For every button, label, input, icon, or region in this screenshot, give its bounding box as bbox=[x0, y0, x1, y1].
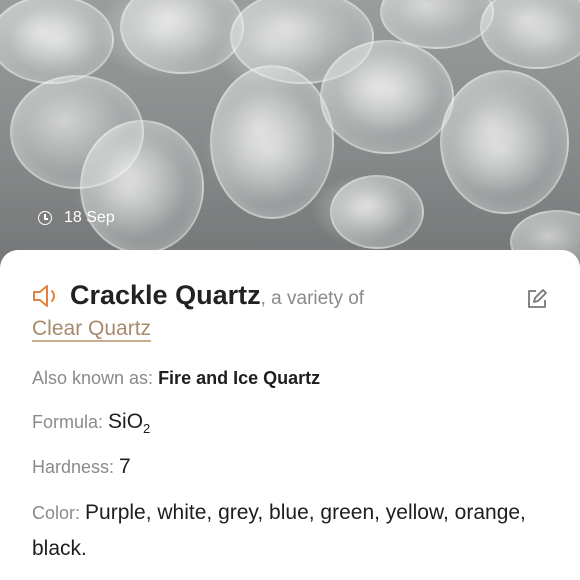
parent-mineral-link[interactable]: Clear Quartz bbox=[32, 317, 151, 341]
also-known-as-row: Also known as: Fire and Ice Quartz bbox=[32, 368, 320, 389]
mineral-name: Crackle Quartz bbox=[70, 280, 261, 310]
formula-value: SiO2 bbox=[108, 410, 151, 437]
formula-main: SiO bbox=[108, 410, 144, 433]
also-known-as-value: Fire and Ice Quartz bbox=[158, 368, 321, 388]
bead-shape bbox=[440, 70, 569, 214]
clock-icon bbox=[38, 211, 52, 225]
bead-shape bbox=[80, 120, 204, 254]
bead-shape bbox=[480, 0, 580, 69]
mineral-photo: 18 Sep bbox=[0, 0, 580, 290]
bead-shape bbox=[120, 0, 244, 74]
title-row: Crackle Quartz , a variety of bbox=[32, 280, 552, 311]
color-row: Color: Purple, white, grey, blue, green,… bbox=[32, 495, 552, 567]
color-value: Purple, white, grey, blue, green, yellow… bbox=[32, 501, 526, 560]
also-known-as-label: Also known as: bbox=[32, 368, 159, 388]
hardness-label: Hardness: bbox=[32, 457, 120, 477]
date-label: 18 Sep bbox=[38, 209, 115, 227]
hardness-row: Hardness: 7 bbox=[32, 455, 131, 479]
speaker-icon[interactable] bbox=[32, 283, 62, 309]
bead-shape bbox=[210, 65, 334, 219]
bead-shape bbox=[330, 175, 424, 249]
variety-text: , a variety of bbox=[260, 288, 365, 309]
formula-row: Formula: SiO2 bbox=[32, 410, 150, 436]
color-label: Color: bbox=[32, 503, 86, 523]
bead-shape bbox=[320, 40, 454, 154]
edit-icon[interactable] bbox=[526, 288, 548, 310]
formula-subscript: 2 bbox=[143, 421, 151, 437]
date-text: 18 Sep bbox=[64, 209, 115, 226]
formula-label: Formula: bbox=[32, 412, 109, 432]
info-card: Crackle Quartz , a variety of Clear Quar… bbox=[0, 250, 580, 580]
hardness-value: 7 bbox=[119, 455, 131, 478]
bead-shape bbox=[0, 0, 114, 84]
